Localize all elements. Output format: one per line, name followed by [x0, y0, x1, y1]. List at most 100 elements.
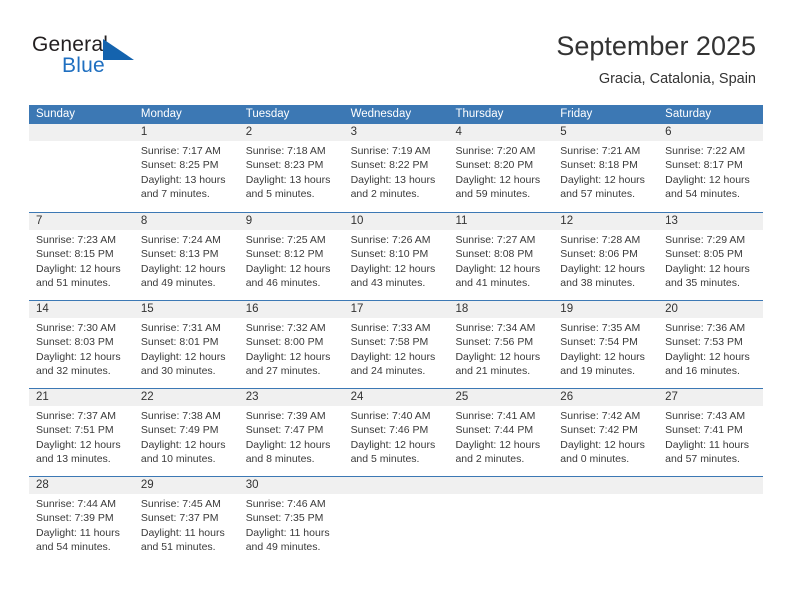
- day-cell-empty: [343, 477, 449, 564]
- day-details: Sunrise: 7:17 AM Sunset: 8:25 PM Daylight:…: [134, 141, 239, 201]
- day-cell[interactable]: 7 Sunrise: 7:23 AM Sunset: 8:15 PM Daylight…: [29, 213, 134, 300]
- day-number: 22: [133, 389, 239, 406]
- sunrise-text: Sunrise: 7:38 AM: [140, 410, 221, 422]
- sunrise-text: Sunrise: 7:20 AM: [455, 145, 536, 157]
- sunrise-text: Sunrise: 7:24 AM: [140, 234, 221, 246]
- daylight-text: Daylight: 13 hours and 2 minutes.: [350, 173, 436, 200]
- sunrise-text: Sunrise: 7:18 AM: [245, 145, 326, 157]
- day-cell-empty: [658, 477, 764, 564]
- day-details: Sunrise: 7:42 AM Sunset: 7:42 PM Daylight:…: [553, 406, 658, 466]
- day-cell[interactable]: 6 Sunrise: 7:22 AM Sunset: 8:17 PM Daylight…: [658, 124, 764, 212]
- daylight-text: Daylight: 12 hours and 10 minutes.: [140, 438, 226, 465]
- day-details: Sunrise: 7:37 AM Sunset: 7:51 PM Daylight:…: [29, 406, 134, 466]
- day-cell[interactable]: 20 Sunrise: 7:36 AM Sunset: 7:53 PM Dayligh…: [658, 301, 764, 388]
- day-cell[interactable]: 16 Sunrise: 7:32 AM Sunset: 8:00 PM Dayligh…: [238, 301, 344, 388]
- daylight-text: Daylight: 12 hours and 19 minutes.: [560, 350, 645, 377]
- day-cell[interactable]: 19 Sunrise: 7:35 AM Sunset: 7:54 PM Dayligh…: [553, 301, 659, 388]
- day-cell[interactable]: 4 Sunrise: 7:20 AM Sunset: 8:20 PM Daylight…: [448, 124, 554, 212]
- day-number: [658, 477, 764, 494]
- day-cell[interactable]: 25 Sunrise: 7:41 AM Sunset: 7:44 PM Dayligh…: [448, 389, 554, 476]
- daylight-text: Daylight: 12 hours and 38 minutes.: [560, 262, 645, 289]
- day-details: Sunrise: 7:44 AM Sunset: 7:39 PM Daylight:…: [29, 494, 134, 554]
- day-cell[interactable]: 5 Sunrise: 7:21 AM Sunset: 8:18 PM Daylight…: [553, 124, 659, 212]
- day-number: 1: [133, 124, 239, 141]
- sunset-text: Sunset: 8:10 PM: [350, 248, 429, 261]
- daylight-text: Daylight: 12 hours and 27 minutes.: [245, 350, 331, 377]
- day-cell[interactable]: 14 Sunrise: 7:30 AM Sunset: 8:03 PM Dayligh…: [29, 301, 134, 388]
- sunrise-text: Sunrise: 7:26 AM: [350, 234, 431, 246]
- day-number: 9: [238, 213, 344, 230]
- day-cell[interactable]: 24 Sunrise: 7:40 AM Sunset: 7:46 PM Dayligh…: [343, 389, 449, 476]
- sunset-text: Sunset: 8:23 PM: [245, 159, 324, 172]
- day-details: Sunrise: 7:45 AM Sunset: 7:37 PM Daylight:…: [134, 494, 239, 554]
- calendar-week-row: 7 Sunrise: 7:23 AM Sunset: 8:15 PM Daylight…: [29, 212, 764, 300]
- sunset-text: Sunset: 7:46 PM: [350, 424, 429, 437]
- day-details: Sunrise: 7:32 AM Sunset: 8:00 PM Daylight:…: [239, 318, 344, 378]
- day-details: Sunrise: 7:20 AM Sunset: 8:20 PM Daylight:…: [448, 141, 553, 201]
- sunset-text: Sunset: 8:00 PM: [245, 336, 324, 349]
- day-cell[interactable]: 13 Sunrise: 7:29 AM Sunset: 8:05 PM Dayligh…: [658, 213, 764, 300]
- day-number: 21: [29, 389, 134, 406]
- calendar-week-row: 14 Sunrise: 7:30 AM Sunset: 8:03 PM Dayligh…: [29, 300, 764, 388]
- day-number: 27: [658, 389, 764, 406]
- day-cell[interactable]: 23 Sunrise: 7:39 AM Sunset: 7:47 PM Dayligh…: [238, 389, 344, 476]
- sunrise-text: Sunrise: 7:36 AM: [665, 322, 746, 334]
- day-details: Sunrise: 7:31 AM Sunset: 8:01 PM Daylight:…: [134, 318, 239, 378]
- day-cell[interactable]: 28 Sunrise: 7:44 AM Sunset: 7:39 PM Dayligh…: [29, 477, 134, 564]
- day-cell[interactable]: 10 Sunrise: 7:26 AM Sunset: 8:10 PM Dayligh…: [343, 213, 449, 300]
- day-details: Sunrise: 7:36 AM Sunset: 7:53 PM Daylight:…: [658, 318, 763, 378]
- daylight-text: Daylight: 12 hours and 43 minutes.: [350, 262, 436, 289]
- day-cell[interactable]: 2 Sunrise: 7:18 AM Sunset: 8:23 PM Daylight…: [238, 124, 344, 212]
- day-cell[interactable]: 15 Sunrise: 7:31 AM Sunset: 8:01 PM Dayligh…: [133, 301, 239, 388]
- day-details: Sunrise: 7:25 AM Sunset: 8:12 PM Daylight:…: [239, 230, 344, 290]
- day-cell[interactable]: 21 Sunrise: 7:37 AM Sunset: 7:51 PM Dayligh…: [29, 389, 134, 476]
- sunset-text: Sunset: 8:15 PM: [36, 248, 114, 261]
- sunset-text: Sunset: 8:03 PM: [36, 336, 114, 349]
- day-cell[interactable]: 30 Sunrise: 7:46 AM Sunset: 7:35 PM Dayligh…: [238, 477, 344, 564]
- day-cell[interactable]: 3 Sunrise: 7:19 AM Sunset: 8:22 PM Daylight…: [343, 124, 449, 212]
- day-number: 17: [343, 301, 449, 318]
- day-cell[interactable]: 29 Sunrise: 7:45 AM Sunset: 7:37 PM Dayligh…: [133, 477, 239, 564]
- sunrise-text: Sunrise: 7:22 AM: [665, 145, 746, 157]
- day-cell[interactable]: 27 Sunrise: 7:43 AM Sunset: 7:41 PM Dayligh…: [658, 389, 764, 476]
- daylight-text: Daylight: 12 hours and 41 minutes.: [455, 262, 541, 289]
- sunrise-text: Sunrise: 7:29 AM: [665, 234, 746, 246]
- day-cell[interactable]: 9 Sunrise: 7:25 AM Sunset: 8:12 PM Daylight…: [238, 213, 344, 300]
- brand-name-blue: Blue: [62, 54, 105, 77]
- sunrise-text: Sunrise: 7:46 AM: [245, 498, 326, 510]
- day-details: Sunrise: 7:30 AM Sunset: 8:03 PM Daylight:…: [29, 318, 134, 378]
- day-cell[interactable]: 22 Sunrise: 7:38 AM Sunset: 7:49 PM Dayligh…: [133, 389, 239, 476]
- day-number: 23: [238, 389, 344, 406]
- sunset-text: Sunset: 7:37 PM: [140, 512, 219, 525]
- sunrise-text: Sunrise: 7:23 AM: [36, 234, 116, 246]
- day-details: Sunrise: 7:21 AM Sunset: 8:18 PM Daylight:…: [553, 141, 658, 201]
- day-cell[interactable]: 17 Sunrise: 7:33 AM Sunset: 7:58 PM Dayligh…: [343, 301, 449, 388]
- day-cell[interactable]: 18 Sunrise: 7:34 AM Sunset: 7:56 PM Dayligh…: [448, 301, 554, 388]
- day-cell[interactable]: 11 Sunrise: 7:27 AM Sunset: 8:08 PM Dayligh…: [448, 213, 554, 300]
- sunrise-text: Sunrise: 7:40 AM: [350, 410, 431, 422]
- sunset-text: Sunset: 8:08 PM: [455, 248, 534, 261]
- day-details: Sunrise: 7:46 AM Sunset: 7:35 PM Daylight:…: [239, 494, 344, 554]
- sunset-text: Sunset: 7:35 PM: [245, 512, 324, 525]
- day-cell[interactable]: 8 Sunrise: 7:24 AM Sunset: 8:13 PM Daylight…: [133, 213, 239, 300]
- weekday-header-tuesday: Tuesday: [245, 108, 290, 120]
- sunrise-text: Sunrise: 7:44 AM: [36, 498, 116, 510]
- day-cell[interactable]: 12 Sunrise: 7:28 AM Sunset: 8:06 PM Dayligh…: [553, 213, 659, 300]
- day-cell[interactable]: 1 Sunrise: 7:17 AM Sunset: 8:25 PM Daylight…: [133, 124, 239, 212]
- day-cell[interactable]: 26 Sunrise: 7:42 AM Sunset: 7:42 PM Dayligh…: [553, 389, 659, 476]
- sunrise-text: Sunrise: 7:28 AM: [560, 234, 641, 246]
- day-number: 6: [658, 124, 764, 141]
- daylight-text: Daylight: 12 hours and 16 minutes.: [665, 350, 750, 377]
- sunset-text: Sunset: 7:42 PM: [560, 424, 638, 437]
- daylight-text: Daylight: 12 hours and 5 minutes.: [350, 438, 436, 465]
- day-number: 8: [133, 213, 239, 230]
- sunset-text: Sunset: 8:20 PM: [455, 159, 534, 172]
- day-number: 2: [238, 124, 344, 141]
- sunrise-text: Sunrise: 7:31 AM: [140, 322, 221, 334]
- daylight-text: Daylight: 13 hours and 5 minutes.: [245, 173, 331, 200]
- day-number: 30: [238, 477, 344, 494]
- sunset-text: Sunset: 8:25 PM: [140, 159, 219, 172]
- calendar-week-row: 28 Sunrise: 7:44 AM Sunset: 7:39 PM Dayligh…: [29, 476, 764, 564]
- day-details: Sunrise: 7:29 AM Sunset: 8:05 PM Daylight:…: [658, 230, 763, 290]
- daylight-text: Daylight: 12 hours and 13 minutes.: [36, 438, 121, 465]
